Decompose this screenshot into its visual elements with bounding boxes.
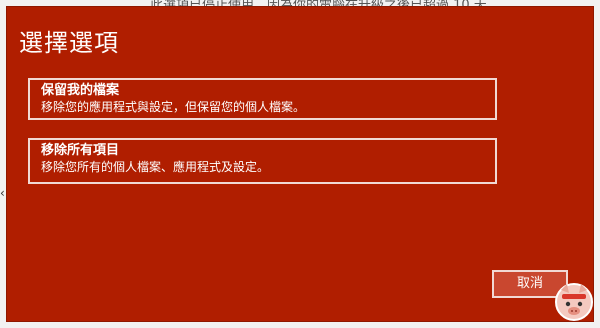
remove-everything-option[interactable]: 移除所有項目 移除您所有的個人檔案、應用程式及設定。 [28, 138, 497, 184]
dialog-title: 選擇選項 [19, 29, 119, 57]
keep-my-files-option[interactable]: 保留我的檔案 移除您的應用程式與設定，但保留您的個人檔案。 [28, 78, 497, 120]
option-title: 保留我的檔案 [41, 83, 120, 98]
choose-option-dialog: 選擇選項 保留我的檔案 移除您的應用程式與設定，但保留您的個人檔案。 移除所有項… [6, 6, 594, 322]
pig-mascot-icon [555, 283, 593, 321]
option-description: 移除您所有的個人檔案、應用程式及設定。 [41, 160, 270, 174]
option-description: 移除您的應用程式與設定，但保留您的個人檔案。 [41, 100, 306, 114]
option-title: 移除所有項目 [41, 143, 120, 158]
